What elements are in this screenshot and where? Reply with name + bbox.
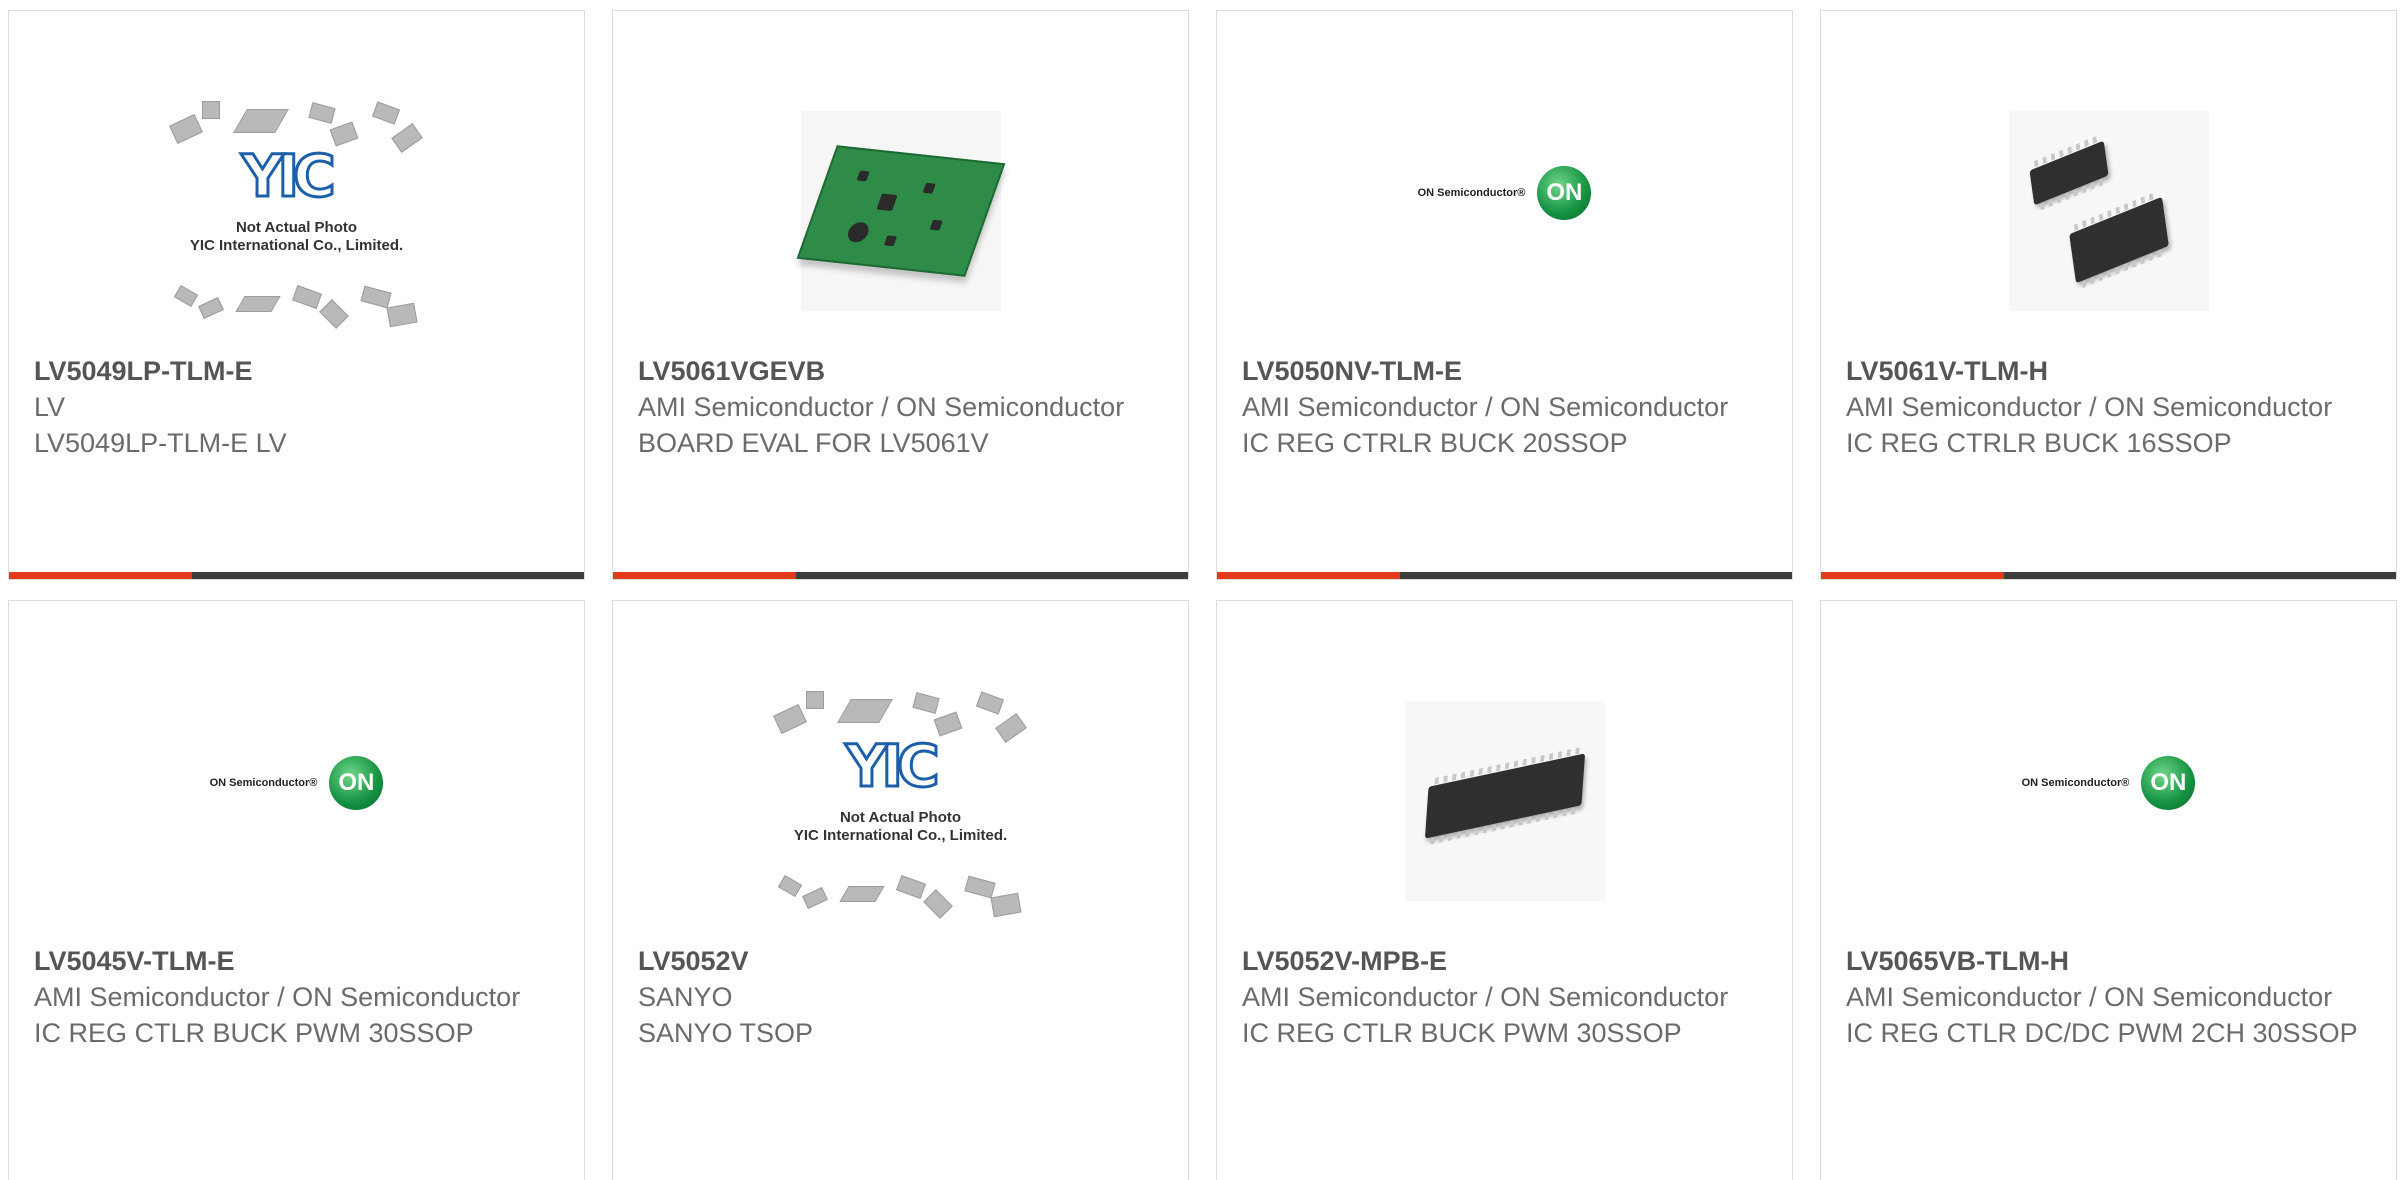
- on-semiconductor-logo: ON Semiconductor® ON: [2022, 756, 2196, 810]
- product-card[interactable]: YIC Not Actual Photo YIC International C…: [612, 600, 1189, 1180]
- on-semiconductor-logo: ON Semiconductor® ON: [1418, 166, 1592, 220]
- product-image[interactable]: ON Semiconductor® ON: [1217, 66, 1792, 356]
- description: BOARD EVAL FOR LV5061V: [638, 428, 989, 458]
- product-image[interactable]: YIC Not Actual Photo YIC International C…: [613, 656, 1188, 946]
- yic-logo: YIC: [240, 142, 337, 210]
- manufacturer: AMI Semiconductor / ON Semiconductor: [1846, 392, 2333, 422]
- not-actual-photo-image: YIC Not Actual Photo YIC International C…: [766, 681, 1036, 921]
- description: LV5049LP-TLM-E LV: [34, 428, 287, 458]
- ssop-chip-image: [1404, 701, 1605, 901]
- not-actual-photo-caption: Not Actual Photo YIC International Co., …: [189, 219, 404, 254]
- eval-board-image: [796, 111, 1005, 311]
- product-image[interactable]: ON Semiconductor® ON: [1821, 656, 2396, 946]
- card-footer-bar: [9, 572, 584, 579]
- part-number[interactable]: LV5061V-TLM-H: [1846, 353, 2376, 389]
- product-card[interactable]: YIC Not Actual Photo YIC International C…: [8, 10, 585, 580]
- description: IC REG CTLR DC/DC PWM 2CH 30SSOP: [1846, 1018, 2358, 1048]
- manufacturer: AMI Semiconductor / ON Semiconductor: [1242, 982, 1729, 1012]
- product-card[interactable]: ON Semiconductor® ON LV5065VB-TLM-H AMI …: [1820, 600, 2397, 1180]
- description: IC REG CTRLR BUCK 16SSOP: [1846, 428, 2232, 458]
- manufacturer: LV: [34, 392, 66, 422]
- not-actual-photo-caption: Not Actual Photo YIC International Co., …: [793, 809, 1008, 844]
- ssop-chip-image: [2008, 111, 2209, 311]
- manufacturer: AMI Semiconductor / ON Semiconductor: [1242, 392, 1729, 422]
- part-number[interactable]: LV5050NV-TLM-E: [1242, 353, 1772, 389]
- product-card[interactable]: ON Semiconductor® ON LV5045V-TLM-E AMI S…: [8, 600, 585, 1180]
- product-card[interactable]: LV5061V-TLM-H AMI Semiconductor / ON Sem…: [1820, 10, 2397, 580]
- product-image[interactable]: [613, 66, 1188, 356]
- product-image[interactable]: [1821, 66, 2396, 356]
- description: IC REG CTRLR BUCK 20SSOP: [1242, 428, 1628, 458]
- part-number[interactable]: LV5065VB-TLM-H: [1846, 943, 2376, 979]
- product-card[interactable]: ON Semiconductor® ON LV5050NV-TLM-E AMI …: [1216, 10, 1793, 580]
- description: IC REG CTLR BUCK PWM 30SSOP: [34, 1018, 474, 1048]
- product-card[interactable]: LV5061VGEVB AMI Semiconductor / ON Semic…: [612, 10, 1189, 580]
- product-image[interactable]: [1217, 656, 1792, 946]
- manufacturer: AMI Semiconductor / ON Semiconductor: [1846, 982, 2333, 1012]
- not-actual-photo-image: YIC Not Actual Photo YIC International C…: [162, 91, 432, 331]
- part-number[interactable]: LV5045V-TLM-E: [34, 943, 564, 979]
- product-grid: YIC Not Actual Photo YIC International C…: [0, 0, 2400, 1180]
- part-number[interactable]: LV5061VGEVB: [638, 353, 1168, 389]
- card-footer-bar: [1217, 572, 1792, 579]
- product-image[interactable]: ON Semiconductor® ON: [9, 656, 584, 946]
- part-number[interactable]: LV5052V: [638, 943, 1168, 979]
- manufacturer: SANYO: [638, 982, 733, 1012]
- card-footer-bar: [613, 572, 1188, 579]
- manufacturer: AMI Semiconductor / ON Semiconductor: [34, 982, 521, 1012]
- part-number[interactable]: LV5049LP-TLM-E: [34, 353, 564, 389]
- yic-logo: YIC: [844, 732, 941, 800]
- card-footer-bar: [1821, 572, 2396, 579]
- product-card[interactable]: LV5052V-MPB-E AMI Semiconductor / ON Sem…: [1216, 600, 1793, 1180]
- description: IC REG CTLR BUCK PWM 30SSOP: [1242, 1018, 1682, 1048]
- on-semiconductor-logo: ON Semiconductor® ON: [210, 756, 384, 810]
- description: SANYO TSOP: [638, 1018, 814, 1048]
- manufacturer: AMI Semiconductor / ON Semiconductor: [638, 392, 1125, 422]
- part-number[interactable]: LV5052V-MPB-E: [1242, 943, 1772, 979]
- product-image[interactable]: YIC Not Actual Photo YIC International C…: [9, 66, 584, 356]
